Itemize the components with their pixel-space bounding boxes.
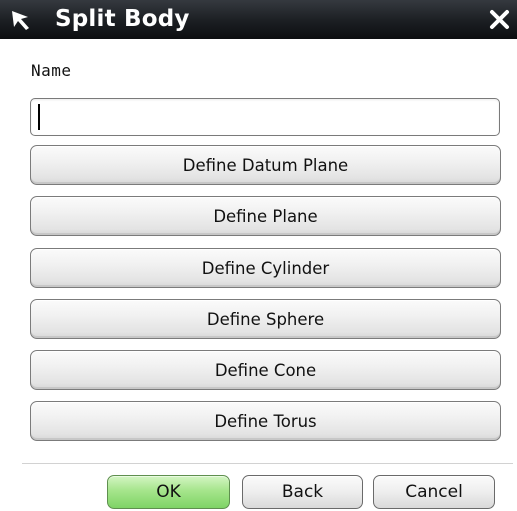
define-sphere-button[interactable]: Define Sphere <box>30 299 501 339</box>
define-datum-plane-button[interactable]: Define Datum Plane <box>30 145 501 185</box>
define-torus-button[interactable]: Define Torus <box>30 401 501 441</box>
back-button[interactable]: Back <box>242 475 363 509</box>
cursor-arrow-icon <box>12 11 29 30</box>
ok-button[interactable]: OK <box>107 475 230 509</box>
cancel-button[interactable]: Cancel <box>373 475 495 509</box>
define-cone-button[interactable]: Define Cone <box>30 350 501 390</box>
define-plane-button[interactable]: Define Plane <box>30 196 501 236</box>
close-icon[interactable] <box>484 4 514 34</box>
name-input[interactable] <box>30 98 500 136</box>
footer-separator <box>22 463 513 464</box>
title-bar[interactable]: Split Body <box>0 0 517 39</box>
define-cylinder-button[interactable]: Define Cylinder <box>30 248 501 288</box>
split-body-dialog: Split Body Name Define Datum Plane Defin… <box>0 0 517 511</box>
dialog-title: Split Body <box>55 6 190 32</box>
name-label: Name <box>31 61 72 80</box>
text-caret <box>38 104 40 130</box>
